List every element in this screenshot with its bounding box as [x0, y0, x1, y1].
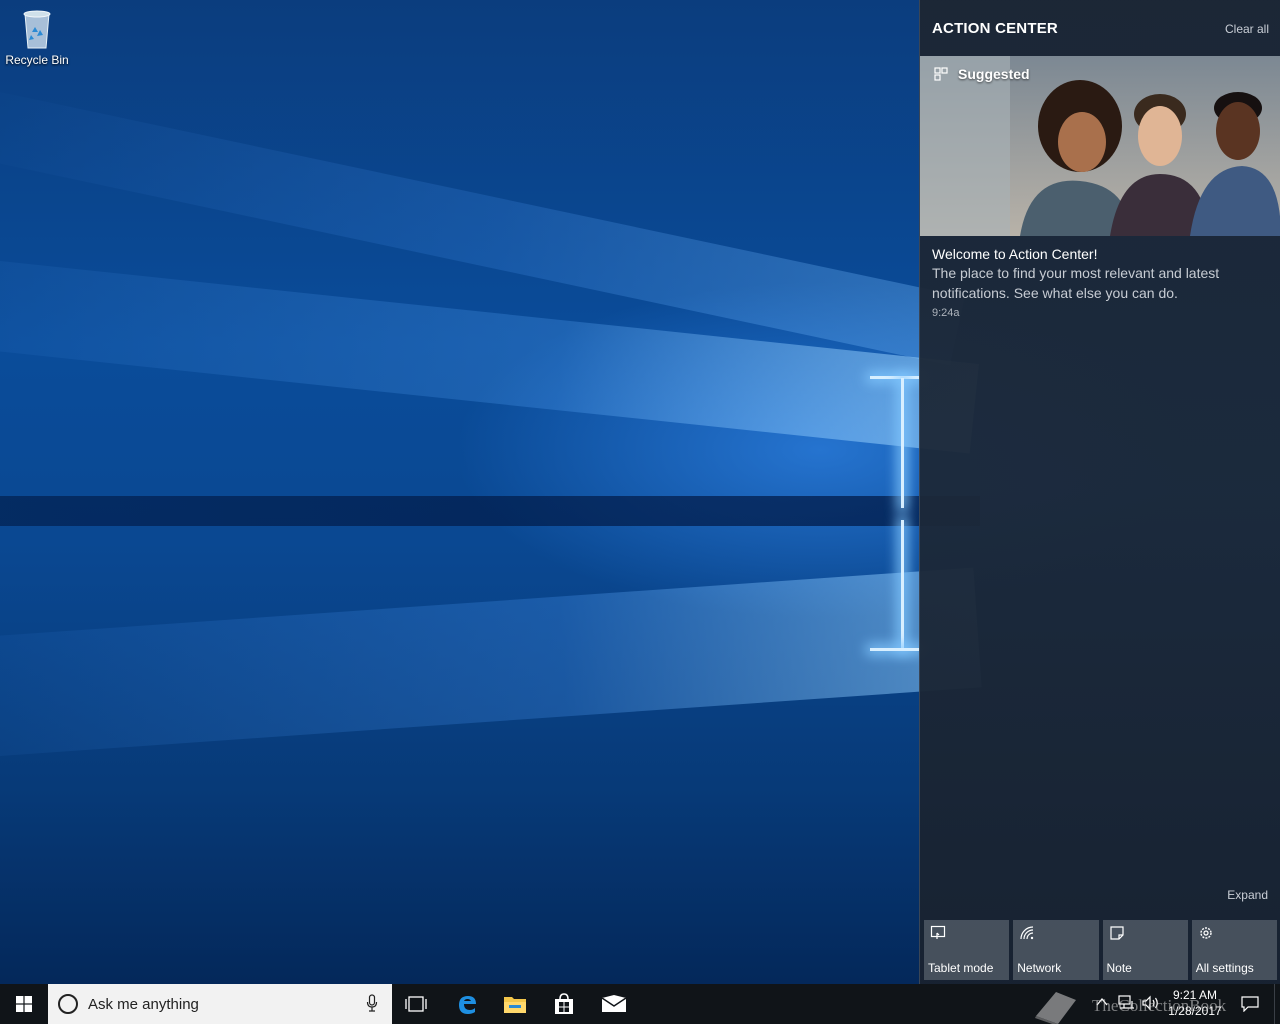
wallpaper-beam: [0, 496, 980, 526]
file-explorer-icon: [504, 997, 526, 1013]
quick-action-label: Note: [1106, 961, 1132, 975]
action-center-button[interactable]: [1232, 984, 1268, 1024]
quick-actions: Tablet mode Network Note All settings: [924, 920, 1277, 980]
quick-action-note[interactable]: Note: [1102, 920, 1188, 980]
wallpaper-glow: [870, 376, 920, 379]
wallpaper-glow: [901, 520, 904, 650]
windows-logo-icon: [16, 996, 32, 1012]
store-button[interactable]: [540, 984, 588, 1024]
cortana-icon: [58, 994, 78, 1014]
friends-photo: [920, 56, 1280, 236]
speaker-icon: [1142, 995, 1158, 1011]
suggested-label: Suggested: [958, 66, 1030, 82]
notification-welcome[interactable]: Welcome to Action Center! The place to f…: [920, 236, 1280, 336]
clock[interactable]: 9:21 AM 1/28/2017: [1160, 987, 1230, 1019]
quick-action-all-settings[interactable]: All settings: [1191, 920, 1277, 980]
clock-time: 9:21 AM: [1172, 988, 1218, 1002]
suggested-image[interactable]: Suggested: [920, 56, 1280, 236]
search-input[interactable]: Ask me anything: [48, 984, 392, 1024]
task-view-button[interactable]: [392, 984, 440, 1024]
network-icon: [1020, 926, 1034, 940]
mail-button[interactable]: [590, 984, 638, 1024]
suggested-icon: [934, 67, 948, 81]
quick-action-label: Tablet mode: [928, 961, 994, 975]
store-icon: [555, 993, 573, 1014]
notification-title: Welcome to Action Center!: [932, 246, 1098, 262]
edge-icon: [459, 996, 476, 1014]
file-explorer-button[interactable]: [491, 984, 539, 1024]
suggested-header: Suggested: [934, 66, 1030, 82]
notification-icon: [1241, 996, 1259, 1012]
show-hidden-icons-button[interactable]: [1096, 995, 1108, 1013]
desktop-icon-recycle-bin[interactable]: Recycle Bin: [4, 6, 70, 76]
wallpaper-glow: [870, 648, 920, 651]
tablet-mode-icon: [930, 925, 946, 939]
wallpaper-glow: [901, 378, 904, 508]
search-placeholder: Ask me anything: [88, 995, 199, 1013]
volume-button[interactable]: [1142, 995, 1160, 1016]
note-icon: [1109, 926, 1124, 940]
action-center-header: ACTION CENTER Clear all: [920, 0, 1280, 56]
quick-action-label: All settings: [1195, 961, 1254, 975]
network-tray-button[interactable]: [1118, 995, 1136, 1016]
action-center-panel: ACTION CENTER Clear all Suggested Welcom…: [919, 0, 1280, 984]
recycle-bin-icon: [23, 10, 51, 49]
show-desktop-button[interactable]: [1274, 984, 1280, 1024]
quick-action-label: Network: [1017, 961, 1062, 975]
action-center-title: ACTION CENTER: [932, 20, 1058, 37]
quick-action-network[interactable]: Network: [1013, 920, 1099, 980]
expand-button[interactable]: Expand: [1227, 888, 1268, 902]
task-view-icon: [405, 996, 427, 1012]
notification-body: The place to find your most relevant and…: [932, 265, 1220, 301]
microphone-icon[interactable]: [366, 994, 378, 1012]
clear-all-button[interactable]: Clear all: [1225, 22, 1269, 36]
start-button[interactable]: [0, 984, 48, 1024]
taskbar: Ask me anything 9:21 AM 1/28/2017: [0, 984, 1280, 1024]
edge-button[interactable]: [443, 984, 491, 1024]
wallpaper-beam: [0, 567, 982, 760]
notification-time: 9:24a: [932, 307, 960, 319]
wired-network-icon: [1118, 995, 1134, 1009]
quick-action-tablet-mode[interactable]: Tablet mode: [924, 920, 1010, 980]
chevron-up-icon: [1096, 997, 1108, 1006]
mail-icon: [601, 995, 627, 1012]
gear-icon: [1200, 927, 1212, 939]
desktop-icon-label: Recycle Bin: [5, 53, 69, 67]
clock-date: 1/28/2017: [1168, 1004, 1222, 1018]
